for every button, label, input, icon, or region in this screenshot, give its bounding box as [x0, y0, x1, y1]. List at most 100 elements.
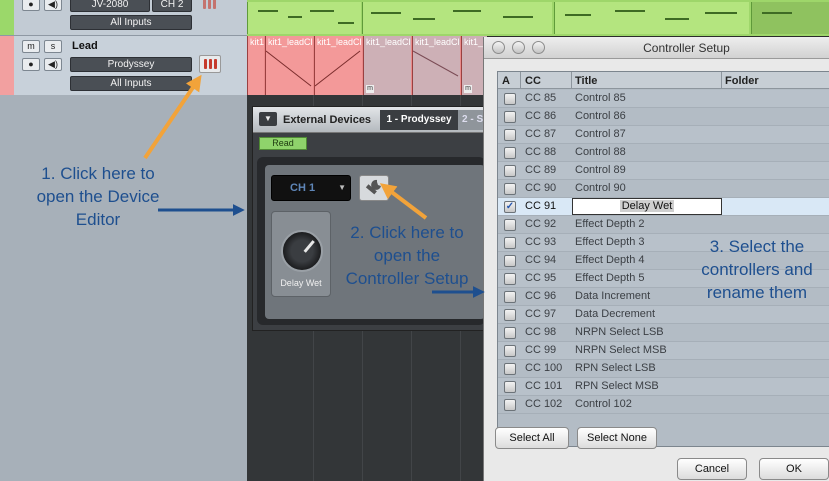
table-row[interactable]: CC 85 Control 85 — [498, 90, 829, 108]
monitor-button[interactable]: ◀) — [44, 58, 62, 71]
table-row[interactable]: CC 89 Control 89 — [498, 162, 829, 180]
dialog-titlebar[interactable]: Controller Setup — [484, 37, 829, 59]
chevron-down-icon: ▼ — [338, 183, 346, 192]
midi-clip[interactable] — [751, 2, 829, 34]
table-row[interactable]: CC 97 Data Decrement — [498, 306, 829, 324]
active-checkbox[interactable] — [504, 183, 516, 195]
table-row[interactable]: CC 90 Control 90 — [498, 180, 829, 198]
controller-title[interactable]: Control 85 — [575, 92, 626, 104]
controller-title[interactable]: Control 88 — [575, 146, 626, 158]
cc-number: CC 96 — [525, 290, 557, 302]
active-checkbox[interactable] — [504, 345, 516, 357]
ok-button[interactable]: OK — [759, 458, 829, 480]
midi-clip[interactable]: kit1_leadCl — [265, 36, 313, 95]
input-select[interactable]: All Inputs — [70, 76, 192, 91]
track-color-stripe — [0, 0, 14, 35]
midi-clip[interactable]: kit1_leadCl m — [363, 36, 411, 95]
solo-button[interactable]: s — [44, 40, 62, 53]
controller-title[interactable]: Effect Depth 2 — [575, 218, 645, 230]
active-checkbox[interactable] — [504, 111, 516, 123]
cc-number: CC 98 — [525, 326, 557, 338]
controller-title[interactable]: Data Decrement — [575, 308, 655, 320]
controller-title[interactable]: RPN Select MSB — [575, 380, 659, 392]
table-row[interactable]: CC 99 NRPN Select MSB — [498, 342, 829, 360]
record-arm-button[interactable]: ● — [22, 58, 40, 71]
controller-title[interactable]: Data Increment — [575, 290, 650, 302]
device-select[interactable]: JV-2080 — [70, 0, 150, 12]
panel-menu-button[interactable]: ▼ — [259, 112, 277, 126]
select-all-button[interactable]: Select All — [495, 427, 569, 449]
tab-prodyssey[interactable]: 1 - Prodyssey — [380, 110, 458, 130]
midi-clip[interactable] — [247, 2, 361, 34]
midi-clip[interactable] — [362, 2, 552, 34]
column-cc[interactable]: CC — [525, 75, 541, 87]
active-checkbox[interactable] — [504, 363, 516, 375]
active-checkbox[interactable] — [504, 219, 516, 231]
active-checkbox[interactable] — [504, 93, 516, 105]
midi-clip[interactable]: kit1_leadCl — [247, 36, 264, 95]
midi-clip[interactable]: kit1_leadCl — [314, 36, 362, 95]
record-arm-button[interactable]: ● — [22, 0, 40, 11]
cc-number: CC 102 — [525, 398, 563, 410]
cc-number: CC 101 — [525, 380, 563, 392]
track-lead[interactable]: m s Lead ● ◀) Prodyssey All Inputs — [0, 36, 247, 95]
channel-select[interactable]: CH 1 ▼ — [271, 175, 351, 201]
annotation-step-2: 2. Click here to open the Controller Set… — [345, 223, 469, 288]
controller-title[interactable]: NRPN Select LSB — [575, 326, 664, 338]
table-row[interactable]: CC 100 RPN Select LSB — [498, 360, 829, 378]
active-checkbox[interactable] — [504, 273, 516, 285]
read-button[interactable]: Read — [259, 137, 307, 150]
midi-clip[interactable]: kit1_leadCl — [412, 36, 460, 95]
delay-wet-control[interactable]: Delay Wet — [271, 211, 331, 297]
active-checkbox[interactable] — [504, 399, 516, 411]
controller-title[interactable]: Effect Depth 5 — [575, 272, 645, 284]
device-editor-icon[interactable] — [199, 0, 221, 14]
track-jv2080[interactable]: ● ◀) JV-2080 CH 2 All Inputs — [0, 0, 247, 36]
active-checkbox[interactable] — [504, 129, 516, 141]
column-a[interactable]: A — [502, 75, 510, 87]
active-checkbox[interactable]: ✓ — [504, 201, 516, 213]
device-editor-icon[interactable] — [199, 55, 221, 73]
active-checkbox[interactable] — [504, 381, 516, 393]
input-select[interactable]: All Inputs — [70, 15, 192, 30]
select-none-button[interactable]: Select None — [577, 427, 657, 449]
title-edit-field[interactable]: Delay Wet — [572, 198, 722, 215]
controller-title[interactable]: Control 87 — [575, 128, 626, 140]
controller-title[interactable]: Control 90 — [575, 182, 626, 194]
controller-title[interactable]: Effect Depth 3 — [575, 236, 645, 248]
active-checkbox[interactable] — [504, 147, 516, 159]
midi-clip[interactable] — [554, 2, 749, 34]
table-row[interactable]: CC 87 Control 87 — [498, 126, 829, 144]
column-folder[interactable]: Folder — [725, 75, 759, 87]
table-row[interactable]: CC 86 Control 86 — [498, 108, 829, 126]
controller-title[interactable]: NRPN Select MSB — [575, 344, 667, 356]
cc-number: CC 88 — [525, 146, 557, 158]
table-row[interactable]: CC 92 Effect Depth 2 — [498, 216, 829, 234]
cc-number: CC 87 — [525, 128, 557, 140]
device-select[interactable]: Prodyssey — [70, 57, 192, 72]
controller-title[interactable]: Effect Depth 4 — [575, 254, 645, 266]
controller-title[interactable]: Control 86 — [575, 110, 626, 122]
controller-title[interactable]: Control 102 — [575, 398, 632, 410]
monitor-button[interactable]: ◀) — [44, 0, 62, 11]
active-checkbox[interactable] — [504, 309, 516, 321]
active-checkbox[interactable] — [504, 165, 516, 177]
controller-title[interactable]: Control 89 — [575, 164, 626, 176]
channel-select[interactable]: CH 2 — [152, 0, 192, 12]
table-row[interactable]: CC 98 NRPN Select LSB — [498, 324, 829, 342]
active-checkbox[interactable] — [504, 237, 516, 249]
controller-setup-button[interactable] — [359, 175, 389, 201]
active-checkbox[interactable] — [504, 255, 516, 267]
knob[interactable] — [281, 230, 323, 272]
cancel-button[interactable]: Cancel — [677, 458, 747, 480]
table-row[interactable]: CC 88 Control 88 — [498, 144, 829, 162]
table-row[interactable]: CC 102 Control 102 — [498, 396, 829, 414]
active-checkbox[interactable] — [504, 327, 516, 339]
mute-button[interactable]: m — [22, 40, 40, 53]
table-row[interactable]: ✓ CC 91 Delay Wet — [498, 198, 829, 216]
table-row[interactable]: CC 101 RPN Select MSB — [498, 378, 829, 396]
controller-title[interactable]: RPN Select LSB — [575, 362, 656, 374]
column-title[interactable]: Title — [575, 75, 597, 87]
active-checkbox[interactable] — [504, 291, 516, 303]
cc-number: CC 91 — [525, 200, 557, 212]
